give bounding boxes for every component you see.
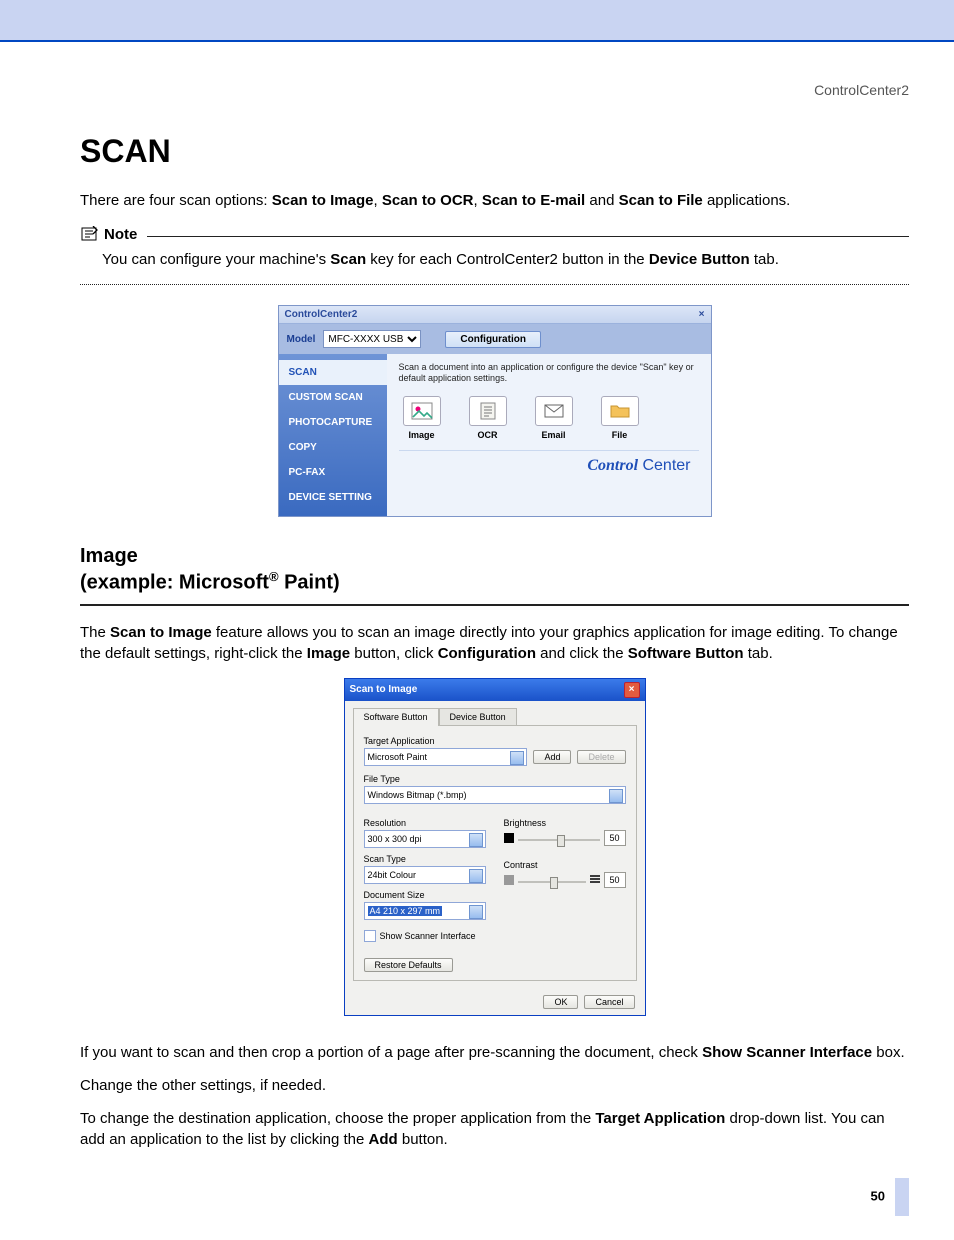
high-contrast-icon xyxy=(590,875,600,885)
sidebar-item-photocapture[interactable]: PHOTOCAPTURE xyxy=(279,410,387,435)
add-button[interactable]: Add xyxy=(533,750,571,764)
contrast-slider[interactable] xyxy=(518,881,586,883)
note-block: Note You can configure your machine's Sc… xyxy=(80,225,909,285)
resolution-select[interactable]: 300 x 300 dpi xyxy=(364,830,486,848)
dialog-title: Scan to Image xyxy=(350,684,418,695)
cc-description: Scan a document into an application or c… xyxy=(399,362,699,384)
tab-software-button[interactable]: Software Button xyxy=(353,708,439,726)
scantype-label: Scan Type xyxy=(364,854,486,864)
close-icon[interactable]: × xyxy=(699,309,705,320)
dark-icon xyxy=(504,833,514,843)
cancel-button[interactable]: Cancel xyxy=(584,995,634,1009)
sidebar-item-copy[interactable]: COPY xyxy=(279,435,387,460)
model-label: Model xyxy=(287,334,316,345)
scan-to-email-button[interactable]: Email xyxy=(535,396,573,440)
envelope-icon xyxy=(543,402,565,420)
show-scanner-checkbox[interactable]: Show Scanner Interface xyxy=(364,930,486,942)
contrast-value[interactable]: 50 xyxy=(604,872,626,888)
folder-icon xyxy=(609,402,631,420)
filetype-label: File Type xyxy=(364,774,626,784)
change-settings-paragraph: Change the other settings, if needed. xyxy=(80,1075,909,1096)
sidebar-item-device[interactable]: DEVICE SETTING xyxy=(279,485,387,510)
tab-device-button[interactable]: Device Button xyxy=(439,708,517,726)
resolution-label: Resolution xyxy=(364,818,486,828)
brightness-value[interactable]: 50 xyxy=(604,830,626,846)
docsize-label: Document Size xyxy=(364,890,486,900)
scantype-select[interactable]: 24bit Colour xyxy=(364,866,486,884)
cc-sidebar: SCAN CUSTOM SCAN PHOTOCAPTURE COPY PC-FA… xyxy=(279,354,387,516)
show-scanner-paragraph: If you want to scan and then crop a port… xyxy=(80,1042,909,1063)
cc-brand: Control Center xyxy=(399,450,699,479)
note-icon xyxy=(80,225,100,243)
picture-icon xyxy=(411,402,433,420)
brightness-label: Brightness xyxy=(504,818,626,828)
page-footer: 50 xyxy=(0,1162,954,1240)
scan-to-image-button[interactable]: Image xyxy=(403,396,441,440)
delete-button[interactable]: Delete xyxy=(577,750,625,764)
header-section: ControlCenter2 xyxy=(0,62,954,133)
note-label: Note xyxy=(104,226,137,243)
document-icon xyxy=(477,402,499,420)
contrast-label: Contrast xyxy=(504,860,626,870)
target-app-select[interactable]: Microsoft Paint xyxy=(364,748,528,766)
target-app-label: Target Application xyxy=(364,736,626,746)
scan-to-file-button[interactable]: File xyxy=(601,396,639,440)
checkbox-icon xyxy=(364,930,376,942)
target-app-paragraph: To change the destination application, c… xyxy=(80,1108,909,1150)
sidebar-item-scan[interactable]: SCAN xyxy=(279,360,387,385)
section-heading-image: Image (example: Microsoft® Paint) xyxy=(80,543,909,596)
close-icon[interactable]: × xyxy=(624,682,640,698)
cc-title: ControlCenter2 xyxy=(285,309,358,320)
page-rule xyxy=(0,40,954,42)
image-paragraph: The Scan to Image feature allows you to … xyxy=(80,622,909,664)
sidebar-item-custom-scan[interactable]: CUSTOM SCAN xyxy=(279,385,387,410)
docsize-select[interactable]: A4 210 x 297 mm xyxy=(364,902,486,920)
model-select[interactable]: MFC-XXXX USB xyxy=(323,330,421,348)
low-contrast-icon xyxy=(504,875,514,885)
scan-to-image-dialog: Scan to Image × Software Button Device B… xyxy=(344,678,646,1016)
filetype-select[interactable]: Windows Bitmap (*.bmp) xyxy=(364,786,626,804)
restore-defaults-button[interactable]: Restore Defaults xyxy=(364,958,453,972)
sidebar-item-pcfax[interactable]: PC-FAX xyxy=(279,460,387,485)
page-tab-icon xyxy=(895,1178,909,1216)
configuration-button[interactable]: Configuration xyxy=(445,331,541,348)
ok-button[interactable]: OK xyxy=(543,995,578,1009)
brightness-slider[interactable] xyxy=(518,839,600,841)
page-number: 50 xyxy=(871,1188,885,1203)
controlcenter-window: ControlCenter2 × Model MFC-XXXX USB Conf… xyxy=(278,305,712,517)
page-title: SCAN xyxy=(80,133,909,170)
scan-to-ocr-button[interactable]: OCR xyxy=(469,396,507,440)
intro-paragraph: There are four scan options: Scan to Ima… xyxy=(80,190,909,211)
page-top-bar xyxy=(0,0,954,40)
